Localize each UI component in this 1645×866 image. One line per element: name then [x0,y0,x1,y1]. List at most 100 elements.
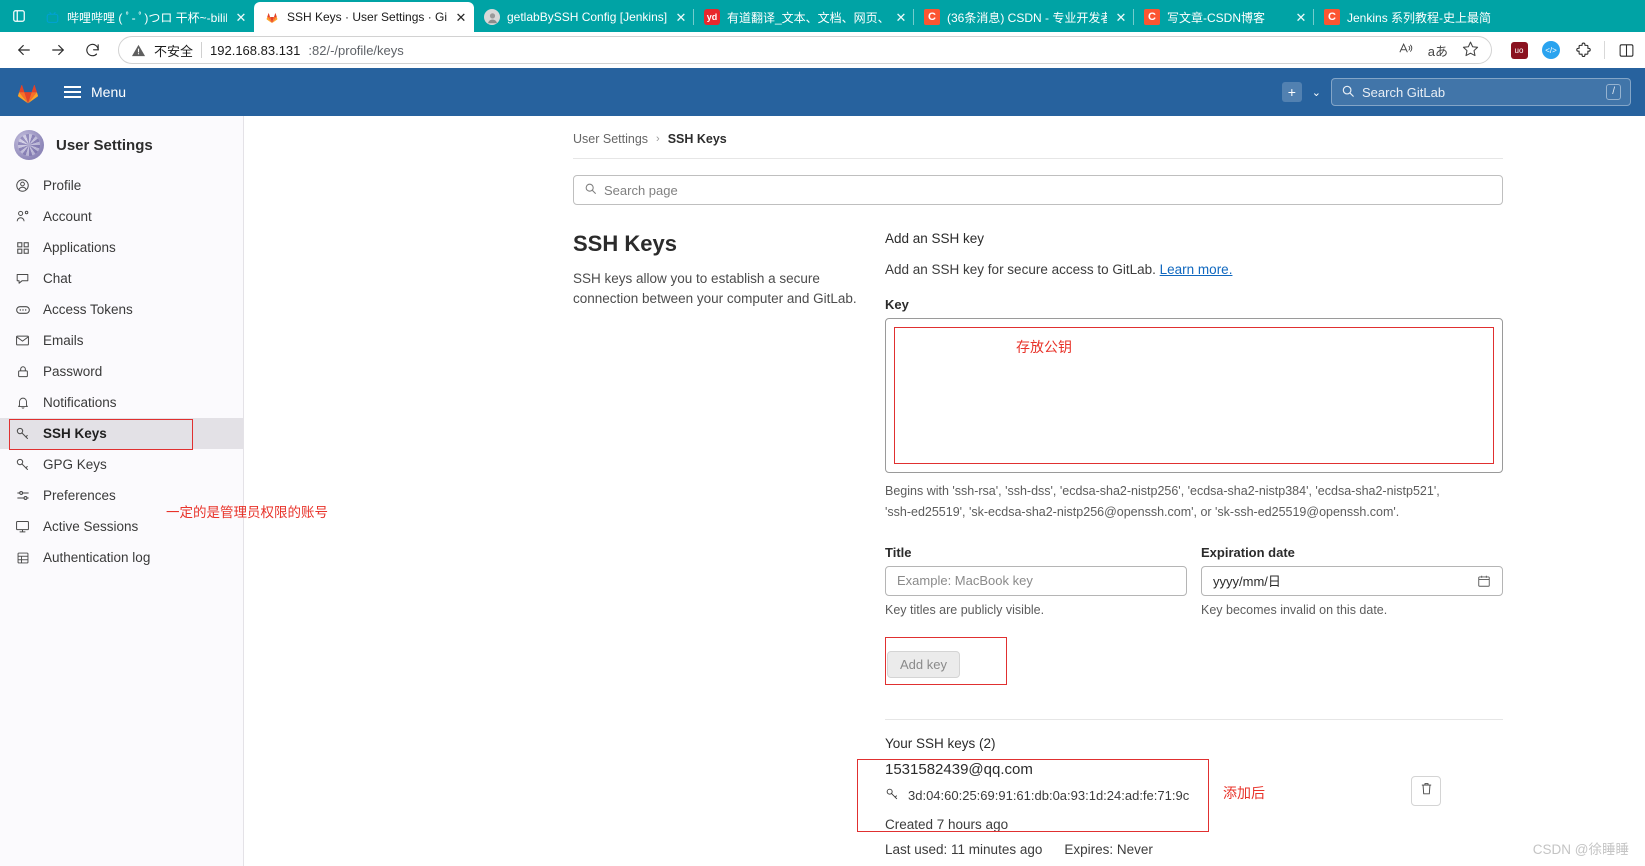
jenkins-icon [484,9,500,25]
breadcrumb-parent[interactable]: User Settings [573,132,648,146]
breadcrumb: User Settings › SSH Keys [573,132,1503,158]
gitlab-icon [264,9,280,25]
close-icon[interactable]: ✕ [454,10,468,24]
gitlab-search-input[interactable]: Search GitLab / [1331,78,1631,106]
extensions-puzzle-icon[interactable] [1572,39,1594,61]
bilibili-icon [44,9,60,25]
monitor-icon [14,519,31,534]
extension-uo-icon[interactable]: uo [1508,39,1530,61]
sidebar-item-authentication-log[interactable]: Authentication log [0,542,243,573]
url-host: 192.168.83.131 [210,42,301,58]
browser-tab-5[interactable]: C 写文章-CSDN博客 ✕ [1133,2,1314,32]
forward-button[interactable] [42,35,74,65]
expiration-date-input[interactable]: yyyy/mm/日 [1201,565,1503,596]
page-title: SSH Keys [573,231,677,256]
not-secure-warning-icon [131,43,146,58]
browser-tab-title: (36条消息) CSDN - 专业开发者社 [947,10,1107,25]
expiration-field-label: Expiration date [1201,544,1295,560]
key-field-label: Key [885,297,909,312]
sidebar-item-gpg-keys[interactable]: GPG Keys [0,449,243,480]
csdn-icon: C [1324,9,1340,25]
browser-tab-title: 哔哩哔哩 ( ﾟ- ﾟ)つロ 干杯~-bilib [67,10,227,25]
search-icon [1341,84,1355,101]
lock-icon [14,365,31,379]
toolbar-divider [1604,41,1605,59]
close-icon[interactable]: ✕ [1294,10,1308,24]
gitlab-logo-icon[interactable] [14,78,42,106]
sidebar-context-header[interactable]: User Settings [0,122,243,170]
close-icon[interactable]: ✕ [234,10,248,24]
close-icon[interactable]: ✕ [674,10,688,24]
translate-icon[interactable]: aあ [1428,41,1448,60]
browser-tab-1[interactable]: SSH Keys · User Settings · GitLab ✕ [254,2,474,32]
bell-icon [14,395,31,410]
hamburger-icon [64,86,81,98]
ssh-key-meta-row: Last used: 11 minutes ago Expires: Never [885,842,1503,857]
learn-more-link[interactable]: Learn more. [1160,262,1233,277]
sidebar-item-label: Preferences [43,488,116,503]
browser-tab-3[interactable]: yd 有道翻译_文本、文档、网页、在 ✕ [693,2,914,32]
search-page-input[interactable]: Search page [573,175,1503,205]
address-bar[interactable]: 不安全 192.168.83.131:82/-/profile/keys aあ [118,36,1492,64]
breadcrumb-divider [573,158,1503,159]
create-new-button[interactable]: + [1281,82,1302,102]
sidebar-item-profile[interactable]: Profile [0,170,243,201]
sidebar-item-applications[interactable]: Applications [0,232,243,263]
title-input[interactable]: Example: MacBook key [885,565,1187,596]
sidebar-item-password[interactable]: Password [0,356,243,387]
add-key-button[interactable]: Add key [887,650,960,678]
sidebar-item-label: Password [43,364,103,379]
key-help-line-2: 'ssh-ed25519', 'sk-ecdsa-sha2-nistp256@o… [885,505,1400,520]
back-button[interactable] [8,35,40,65]
tab-search-button[interactable] [4,0,34,32]
sidebar-item-chat[interactable]: Chat [0,263,243,294]
main-menu-button[interactable]: Menu [56,78,134,106]
split-screen-icon[interactable] [1615,39,1637,61]
sidebar-item-ssh-keys[interactable]: SSH Keys [0,418,243,450]
chevron-down-icon[interactable]: ⌄ [1312,86,1321,99]
delete-key-button[interactable] [1411,775,1441,806]
sidebar-item-account[interactable]: Account [0,201,243,232]
calendar-icon[interactable] [1477,574,1491,588]
breadcrumb-separator: › [656,133,660,145]
add-key-heading: Add an SSH key [885,231,985,246]
title-field-help: Key titles are publicly visible. [885,602,1045,617]
browser-tab-6[interactable]: C Jenkins 系列教程-史上最简 [1312,2,1497,32]
extension-code-icon[interactable]: </> [1540,39,1562,61]
settings-columns: SSH Keys SSH keys allow you to establish… [573,231,1503,857]
key-textarea[interactable]: 存放公钥 [885,318,1503,473]
sliders-icon [14,488,31,503]
main-content: User Settings › SSH Keys Search page SSH… [244,116,1645,866]
title-expiration-row: Title Example: MacBook key Key titles ar… [885,545,1503,617]
security-status-label: 不安全 [154,43,194,59]
close-icon[interactable]: ✕ [1114,10,1128,24]
browser-tab-4[interactable]: C (36条消息) CSDN - 专业开发者社 ✕ [913,2,1134,32]
sidebar-item-label: Profile [43,178,82,193]
key-row-annotation-text: 添加后 [1223,784,1265,801]
close-icon[interactable]: ✕ [894,10,908,24]
user-circle-icon [14,178,31,193]
favorite-star-icon[interactable] [1462,40,1479,60]
search-shortcut-badge: / [1606,84,1621,100]
read-aloud-icon[interactable] [1397,41,1414,59]
browser-tab-2[interactable]: getlabBySSH Config [Jenkins] ✕ [474,2,694,32]
your-ssh-keys-heading: Your SSH keys (2) [885,735,996,751]
expiration-field-help: Key becomes invalid on this date. [1201,602,1388,617]
sidebar-item-access-tokens[interactable]: Access Tokens [0,294,243,325]
watermark: CSDN @徐睡睡 [1532,842,1629,857]
browser-tab-0[interactable]: 哔哩哔哩 ( ﾟ- ﾟ)つロ 干杯~-bilib ✕ [34,2,254,32]
add-key-button-group: Add key [885,636,1007,685]
token-icon [14,302,31,318]
reload-button[interactable] [76,35,108,65]
ssh-key-expires: Expires: Never [1064,841,1153,857]
sidebar-item-label: Applications [43,240,116,255]
key-icon [14,457,31,472]
ssh-key-title[interactable]: 1531582439@qq.com [885,761,1503,778]
browser-tab-title: Jenkins 系列教程-史上最简 [1347,10,1492,25]
sidebar-item-emails[interactable]: Emails [0,325,243,356]
sidebar-item-notifications[interactable]: Notifications [0,387,243,418]
expiration-input-value: yyyy/mm/日 [1213,574,1281,590]
csdn-icon: C [924,9,940,25]
search-icon [584,182,597,198]
gitlab-search-placeholder: Search GitLab [1362,84,1446,100]
